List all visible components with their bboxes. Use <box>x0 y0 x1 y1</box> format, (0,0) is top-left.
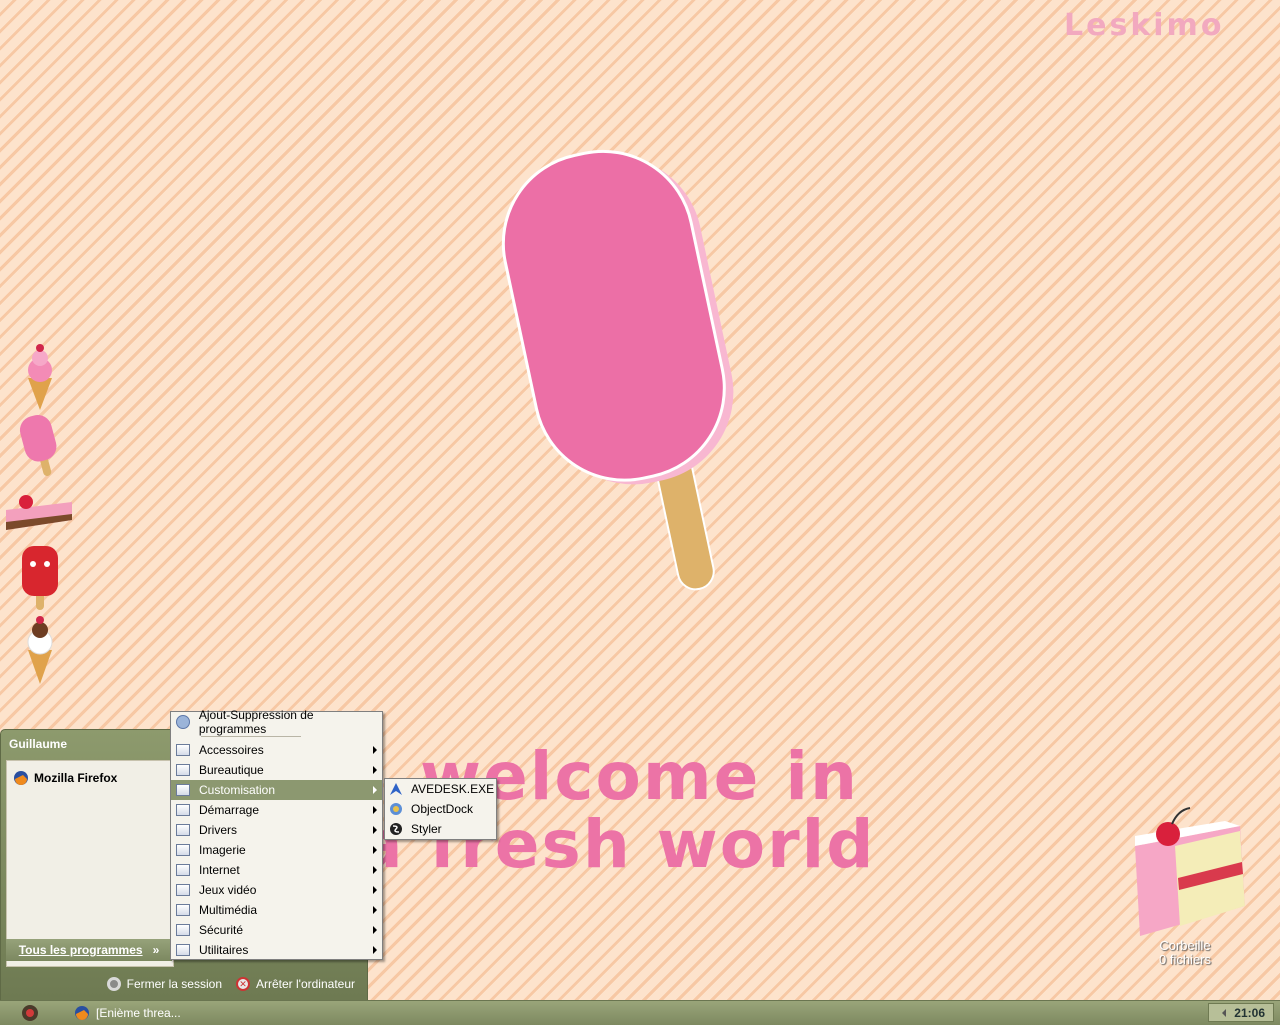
logoff-button[interactable]: Fermer la session <box>106 977 222 991</box>
program-group-icon <box>176 804 190 816</box>
submenu-item-styler[interactable]: Styler <box>385 819 496 839</box>
submenu-item-avedesk[interactable]: AVEDESK.EXE <box>385 779 496 799</box>
double-chevron-right-icon: » <box>152 943 160 957</box>
shutdown-label: Arrêter l'ordinateur <box>256 977 355 991</box>
pinned-item-firefox[interactable]: Mozilla Firefox <box>13 770 117 786</box>
submenu-arrow-icon <box>373 906 377 914</box>
menu-item-label: Sécurité <box>199 923 244 937</box>
popsicle-icon[interactable] <box>0 410 80 480</box>
menu-item-multimedia[interactable]: Multimédia <box>171 900 382 920</box>
program-group-icon <box>176 904 190 916</box>
submenu-arrow-icon <box>373 886 377 894</box>
red-popsicle-icon[interactable] <box>0 540 80 612</box>
submenu-item-objectdock[interactable]: ObjectDock <box>385 799 496 819</box>
logoff-label: Fermer la session <box>126 977 222 991</box>
menu-item-label: Bureautique <box>199 763 264 777</box>
program-group-icon <box>176 924 190 936</box>
submenu-arrow-icon <box>373 746 377 754</box>
submenu-arrow-icon <box>373 946 377 954</box>
submenu-item-label: AVEDESK.EXE <box>411 782 495 796</box>
add-remove-programs-icon <box>176 715 190 729</box>
shutdown-button[interactable]: ✕ Arrêter l'ordinateur <box>236 977 355 991</box>
menu-item-accessoires[interactable]: Accessoires <box>171 740 382 760</box>
popsicle-illustration <box>501 149 734 591</box>
menu-item-label: Démarrage <box>199 803 260 817</box>
menu-item-customisation[interactable]: Customisation <box>171 780 382 800</box>
menu-item-jeux-video[interactable]: Jeux vidéo <box>171 880 382 900</box>
program-group-icon <box>176 784 190 796</box>
submenu-arrow-icon <box>373 866 377 874</box>
customisation-submenu: AVEDESK.EXE ObjectDock Styler <box>384 778 497 840</box>
submenu-item-label: ObjectDock <box>411 802 474 816</box>
submenu-arrow-icon <box>373 806 377 814</box>
menu-item-label: Ajout-Suppression de programmes <box>198 708 314 736</box>
program-group-icon <box>176 824 190 836</box>
firefox-icon <box>14 771 28 785</box>
tray-expand-arrow-icon[interactable] <box>1222 1008 1227 1017</box>
pinned-item-label: Mozilla Firefox <box>34 771 118 785</box>
all-programs-label: Tous les programmes <box>18 943 143 957</box>
program-group-icon <box>176 884 190 896</box>
menu-item-add-remove[interactable]: Ajout-Suppression de programmes <box>171 708 382 736</box>
recycle-bin-count: 0 fichiers <box>1158 952 1212 967</box>
taskbar: [Enième threa... 21:06 <box>0 1000 1280 1025</box>
taskbar-task-firefox[interactable]: [Enième threa... <box>74 1003 254 1023</box>
objectdock-icon <box>390 803 402 815</box>
submenu-arrow-icon <box>373 766 377 774</box>
submenu-arrow-icon <box>373 826 377 834</box>
menu-item-bureautique[interactable]: Bureautique <box>171 760 382 780</box>
menu-item-label: Accessoires <box>199 743 264 757</box>
icon-dock <box>0 330 80 684</box>
firefox-icon <box>75 1006 89 1020</box>
program-group-icon <box>176 844 190 856</box>
shutdown-icon: ✕ <box>236 977 250 991</box>
program-group-icon <box>176 744 190 756</box>
submenu-item-label: Styler <box>411 822 442 836</box>
menu-item-label: Internet <box>199 863 240 877</box>
submenu-arrow-icon <box>373 926 377 934</box>
submenu-arrow-icon <box>373 786 377 794</box>
menu-item-imagerie[interactable]: Imagerie <box>171 840 382 860</box>
menu-item-demarrage[interactable]: Démarrage <box>171 800 382 820</box>
menu-item-label: Drivers <box>199 823 237 837</box>
program-group-icon <box>176 944 190 956</box>
styler-icon <box>390 823 402 835</box>
menu-item-drivers[interactable]: Drivers <box>171 820 382 840</box>
clock[interactable]: 21:06 <box>1234 1006 1265 1020</box>
menu-item-label: Jeux vidéo <box>199 883 257 897</box>
program-group-icon <box>176 864 190 876</box>
logoff-icon <box>106 977 121 991</box>
menu-item-label: Customisation <box>199 783 276 797</box>
start-menu-footer: Fermer la session ✕ Arrêter l'ordinateur <box>1 970 367 998</box>
cake-recycle-bin-icon <box>1135 807 1245 936</box>
start-menu-username: Guillaume <box>9 737 68 751</box>
recycle-bin[interactable]: Corbeille 0 fichiers <box>1110 806 1260 967</box>
menu-item-utilitaires[interactable]: Utilitaires <box>171 940 382 960</box>
menu-item-label: Utilitaires <box>199 943 249 957</box>
programs-menu: Ajout-Suppression de programmes Accessoi… <box>170 708 383 960</box>
cake-slice-icon[interactable] <box>0 480 80 540</box>
menu-item-label: Multimédia <box>199 903 258 917</box>
ice-cream-cone-icon[interactable] <box>0 338 80 410</box>
recycle-bin-label: Corbeille <box>1159 938 1211 953</box>
submenu-arrow-icon <box>373 846 377 854</box>
avedesk-icon <box>390 783 402 795</box>
menu-item-label: Imagerie <box>199 843 246 857</box>
chocolate-ice-cream-icon[interactable] <box>0 612 80 684</box>
program-group-icon <box>176 764 190 776</box>
taskbar-task-label: [Enième threa... <box>96 1006 181 1020</box>
menu-item-internet[interactable]: Internet <box>171 860 382 880</box>
pinned-programs-panel: Mozilla Firefox <box>6 760 174 967</box>
menu-item-securite[interactable]: Sécurité <box>171 920 382 940</box>
menu-separator <box>201 736 301 737</box>
system-tray: 21:06 <box>1208 1003 1274 1022</box>
all-programs-button[interactable]: Tous les programmes » <box>6 939 172 961</box>
brand-logo-text: Leskimo <box>1064 8 1225 43</box>
start-button-icon[interactable] <box>18 1004 42 1022</box>
